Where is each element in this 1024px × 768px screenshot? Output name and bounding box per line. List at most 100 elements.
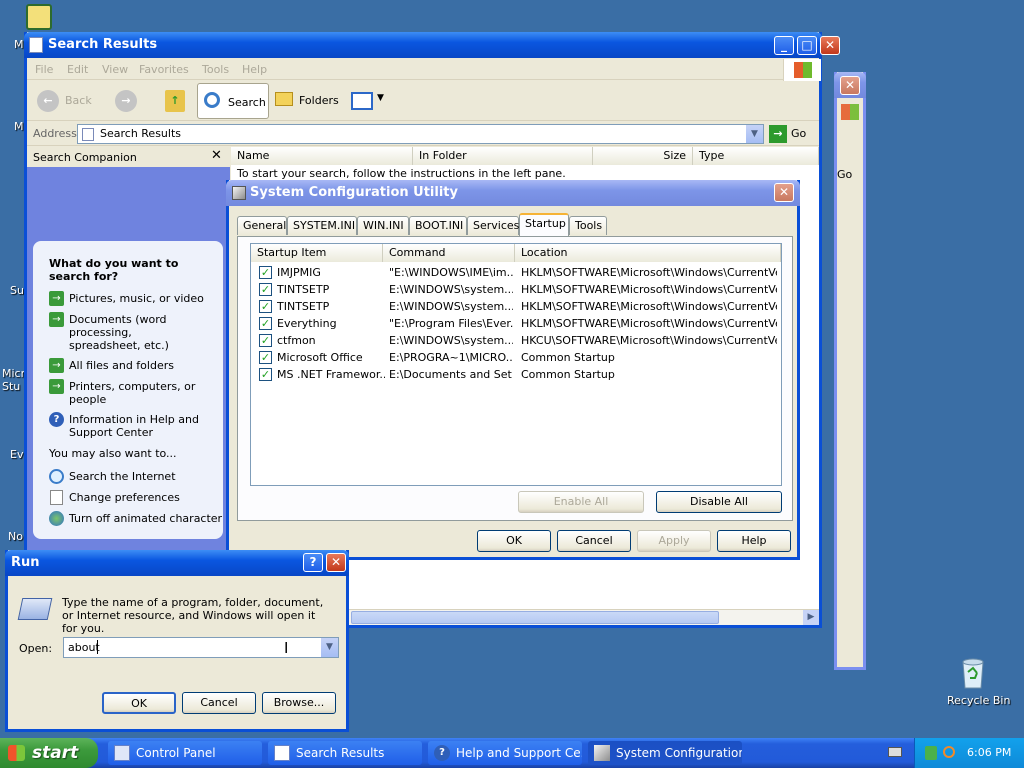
tab-system-ini[interactable]: SYSTEM.INI <box>287 216 357 235</box>
ok-button[interactable]: OK <box>102 692 176 714</box>
close-button[interactable]: ✕ <box>820 36 840 55</box>
run-titlebar[interactable]: Run ? ✕ <box>5 550 349 576</box>
column-in-folder[interactable]: In Folder <box>413 147 593 165</box>
tab-services[interactable]: Services <box>467 216 519 235</box>
taskbar-item-help-support[interactable]: ? Help and Support Ce... <box>428 741 582 765</box>
enable-all-button[interactable]: Enable All <box>518 491 644 513</box>
startup-checkbox[interactable]: ✓ <box>259 351 272 364</box>
tab-strip: General SYSTEM.INI WIN.INI BOOT.INI Serv… <box>237 213 797 236</box>
back-button[interactable]: ← Back <box>35 89 101 113</box>
menu-view[interactable]: View <box>102 63 128 76</box>
startup-checkbox[interactable]: ✓ <box>259 317 272 330</box>
tab-boot-ini[interactable]: BOOT.INI <box>409 216 467 235</box>
scroll-right-button[interactable]: ▶ <box>803 610 819 625</box>
search-button[interactable]: Search <box>197 83 269 119</box>
go-label[interactable]: Go <box>837 168 852 181</box>
tab-general[interactable]: General <box>237 216 287 235</box>
open-input[interactable]: about I ▼ <box>63 637 339 658</box>
open-dropdown-button[interactable]: ▼ <box>321 638 338 657</box>
startup-row[interactable]: ✓ ctfmon E:\WINDOWS\system... HKCU\SOFTWARE… <box>251 332 781 349</box>
system-configuration-window[interactable]: System Configuration Utility ✕ General S… <box>226 180 800 560</box>
forward-button[interactable]: → <box>115 90 137 112</box>
option-printers[interactable]: → Printers, computers, or people <box>49 379 219 409</box>
up-folder-icon[interactable]: ↑ <box>165 90 185 112</box>
go-button[interactable]: → Go <box>769 124 815 144</box>
option-all-files[interactable]: → All files and folders <box>49 358 219 374</box>
startup-item: IMJPMIG <box>277 266 321 279</box>
search-tray-icon[interactable] <box>943 746 955 758</box>
startup-location: HKLM\SOFTWARE\Microsoft\Windows\CurrentV… <box>521 283 777 296</box>
option-animated-character[interactable]: Turn off animated character <box>49 511 222 527</box>
close-icon[interactable]: ✕ <box>211 148 222 163</box>
background-window-titlebar[interactable]: ✕ <box>834 72 866 98</box>
help-button[interactable]: ? <box>303 553 323 572</box>
cancel-button[interactable]: Cancel <box>557 530 631 552</box>
column-startup-item[interactable]: Startup Item <box>251 244 383 262</box>
run-prompt: Type the name of a program, folder, docu… <box>62 596 324 635</box>
also-label: You may also want to... <box>49 447 177 460</box>
column-type[interactable]: Type <box>693 147 819 165</box>
minimize-button[interactable]: _ <box>774 36 794 55</box>
cancel-button[interactable]: Cancel <box>182 692 256 714</box>
windows-flag-icon <box>841 104 859 120</box>
option-help-center[interactable]: ? Information in Help and Support Center <box>49 412 219 442</box>
desktop-icon[interactable] <box>26 4 52 30</box>
startup-checkbox[interactable]: ✓ <box>259 334 272 347</box>
column-size[interactable]: Size <box>593 147 693 165</box>
startup-row[interactable]: ✓ IMJPMIG "E:\WINDOWS\IME\im... HKLM\SOFTWA… <box>251 264 781 281</box>
msconfig-titlebar[interactable]: System Configuration Utility ✕ <box>226 180 800 206</box>
startup-row[interactable]: ✓ TINTSETP E:\WINDOWS\system... HKLM\SOFTWA… <box>251 281 781 298</box>
browse-button[interactable]: Browse... <box>262 692 336 714</box>
scrollbar-thumb[interactable] <box>351 611 719 624</box>
taskbar-item-search-results[interactable]: Search Results <box>268 741 422 765</box>
start-button[interactable]: start <box>0 738 98 768</box>
folders-button[interactable]: Folders <box>273 89 339 113</box>
startup-row[interactable]: ✓ MS .NET Framewor... E:\Documents and Set… <box>251 366 781 383</box>
help-button[interactable]: Help <box>717 530 791 552</box>
startup-checkbox[interactable]: ✓ <box>259 300 272 313</box>
tab-tools[interactable]: Tools <box>569 216 607 235</box>
back-label: Back <box>65 94 92 107</box>
taskbar-item-system-configuration[interactable]: System Configuration... <box>588 741 742 765</box>
column-name[interactable]: Name <box>231 147 413 165</box>
menu-edit[interactable]: Edit <box>67 63 88 76</box>
startup-row[interactable]: ✓ Everything "E:\Program Files\Ever... HKLM… <box>251 315 781 332</box>
background-window[interactable]: ✕ Go <box>834 72 866 670</box>
menu-help[interactable]: Help <box>242 63 267 76</box>
startup-row[interactable]: ✓ TINTSETP E:\WINDOWS\system... HKLM\SOFTWA… <box>251 298 781 315</box>
menu-file[interactable]: File <box>35 63 53 76</box>
folders-label: Folders <box>299 94 339 107</box>
option-search-internet[interactable]: Search the Internet <box>49 469 219 485</box>
startup-command: "E:\Program Files\Ever... <box>389 317 513 330</box>
column-location[interactable]: Location <box>515 244 781 262</box>
close-button[interactable]: ✕ <box>326 553 346 572</box>
maximize-button[interactable]: □ <box>797 36 817 55</box>
close-button[interactable]: ✕ <box>774 183 794 202</box>
recycle-bin-icon[interactable] <box>956 656 990 690</box>
startup-checkbox[interactable]: ✓ <box>259 266 272 279</box>
startup-checkbox[interactable]: ✓ <box>259 368 272 381</box>
option-documents[interactable]: → Documents (word processing, spreadshee… <box>49 312 219 352</box>
ok-button[interactable]: OK <box>477 530 551 552</box>
startup-list[interactable]: Startup Item Command Location ✓ IMJPMIG "E… <box>250 243 782 486</box>
option-pictures[interactable]: → Pictures, music, or video <box>49 291 219 307</box>
column-command[interactable]: Command <box>383 244 515 262</box>
startup-row[interactable]: ✓ Microsoft Office E:\PROGRA~1\MICRO... Com… <box>251 349 781 366</box>
address-field[interactable]: Search Results ▼ <box>77 124 764 144</box>
search-window-titlebar[interactable]: Search Results _ □ ✕ <box>24 32 840 58</box>
menu-tools[interactable]: Tools <box>202 63 229 76</box>
keyboard-icon[interactable] <box>888 747 902 757</box>
network-icon[interactable] <box>925 746 937 760</box>
option-preferences[interactable]: Change preferences <box>49 490 219 506</box>
run-dialog[interactable]: Run ? ✕ Type the name of a program, fold… <box>5 550 349 732</box>
close-button[interactable]: ✕ <box>840 76 860 95</box>
address-dropdown-button[interactable]: ▼ <box>746 125 763 143</box>
tab-startup[interactable]: Startup <box>519 213 569 236</box>
taskbar-item-control-panel[interactable]: Control Panel <box>108 741 262 765</box>
disable-all-button[interactable]: Disable All <box>656 491 782 513</box>
tab-win-ini[interactable]: WIN.INI <box>357 216 409 235</box>
apply-button[interactable]: Apply <box>637 530 711 552</box>
views-button[interactable]: ▼ <box>351 90 387 112</box>
menu-favorites[interactable]: Favorites <box>139 63 189 76</box>
startup-checkbox[interactable]: ✓ <box>259 283 272 296</box>
